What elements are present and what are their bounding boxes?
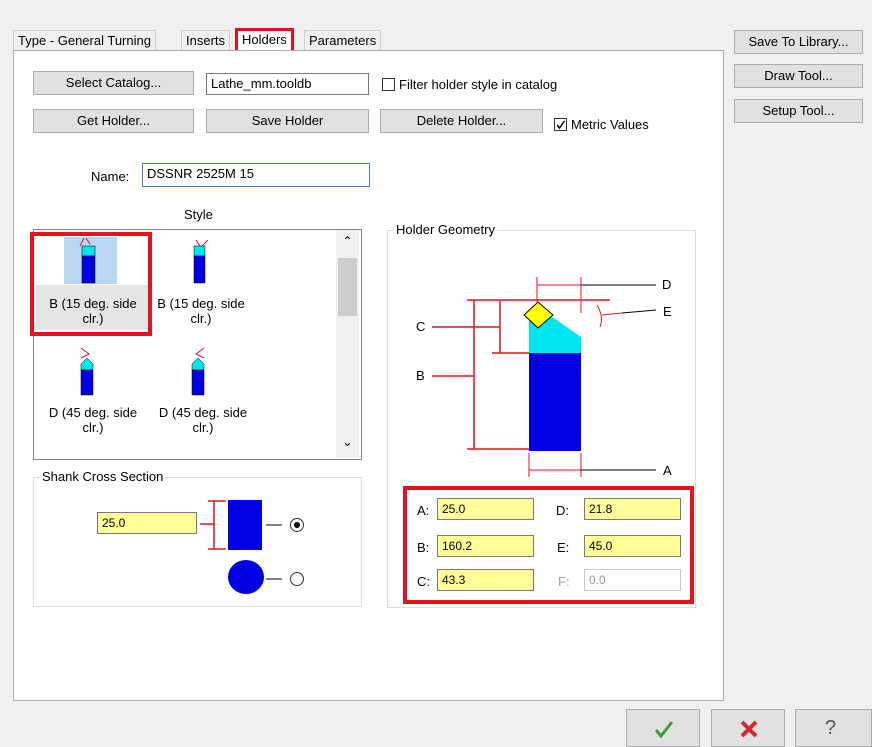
shank-value-field[interactable]: 25.0 — [97, 512, 197, 534]
metric-label: Metric Values — [571, 117, 649, 132]
style-item-line2: clr.) — [192, 420, 214, 435]
holder-geometry-diagram — [432, 277, 657, 477]
style-item-line1: B (15 deg. side — [157, 296, 245, 311]
geometry-letter-d: D — [662, 277, 672, 292]
cancel-button[interactable] — [711, 709, 785, 747]
name-label: Name: — [91, 169, 130, 184]
holder-b-icon — [193, 239, 209, 284]
filter-label: Filter holder style in catalog — [399, 77, 558, 92]
geometry-letter-a: A — [663, 463, 672, 478]
geometry-highlight-box — [403, 486, 694, 604]
filter-checkbox[interactable] — [382, 78, 395, 91]
checkmark-icon — [654, 721, 674, 739]
holder-d-icon — [191, 347, 205, 396]
scroll-down-icon[interactable]: ⌄ — [340, 435, 355, 450]
style-item-d-1[interactable]: D (45 deg. side clr.) — [34, 405, 152, 435]
select-catalog-button[interactable]: Select Catalog... — [33, 71, 194, 95]
style-item-line1: D (45 deg. side — [158, 405, 248, 420]
shank-round-radio[interactable] — [290, 572, 304, 586]
name-field[interactable]: DSSNR 2525M 15 — [142, 163, 370, 187]
get-holder-button[interactable]: Get Holder... — [33, 109, 194, 133]
catalog-file-field[interactable]: Lathe_mm.tooldb — [206, 73, 369, 95]
tab-inserts[interactable]: Inserts — [181, 30, 231, 50]
delete-holder-button[interactable]: Delete Holder... — [380, 109, 543, 133]
style-item-line2: clr.) — [82, 420, 104, 435]
setup-tool-button[interactable]: Setup Tool... — [734, 99, 863, 123]
style-heading: Style — [184, 207, 213, 222]
shank-square-radio[interactable] — [290, 518, 304, 532]
metric-checkbox[interactable] — [554, 118, 567, 131]
geometry-heading: Holder Geometry — [394, 222, 497, 237]
help-icon: ? — [825, 717, 837, 739]
ok-button[interactable] — [626, 709, 700, 747]
style-highlight-box — [30, 232, 152, 336]
scroll-thumb[interactable] — [338, 258, 357, 316]
save-to-library-button[interactable]: Save To Library... — [734, 30, 863, 54]
tab-holders[interactable]: Holders — [235, 28, 294, 52]
tab-type[interactable]: Type - General Turning — [13, 30, 156, 50]
checkmark-icon — [556, 120, 566, 130]
radio-dot-icon — [294, 522, 300, 528]
style-item-d-2[interactable]: D (45 deg. side clr.) — [144, 405, 262, 435]
close-icon — [740, 720, 758, 738]
save-holder-button[interactable]: Save Holder — [206, 109, 369, 133]
tab-parameters[interactable]: Parameters — [304, 30, 382, 50]
draw-tool-button[interactable]: Draw Tool... — [734, 64, 863, 88]
geometry-letter-c: C — [416, 319, 426, 334]
holder-d-icon — [80, 347, 94, 396]
shank-heading: Shank Cross Section — [40, 469, 166, 484]
geometry-letter-b: B — [416, 368, 425, 383]
get-holder-label: Get Holder... — [77, 113, 150, 128]
help-button[interactable]: ? — [795, 709, 872, 747]
style-item-line2: clr.) — [190, 311, 212, 326]
style-item-b-2[interactable]: B (15 deg. side clr.) — [142, 296, 260, 326]
scroll-up-icon[interactable]: ⌃ — [340, 234, 355, 249]
geometry-letter-e: E — [663, 304, 672, 319]
style-item-line1: D (45 deg. side — [48, 405, 138, 420]
style-scrollbar[interactable]: ⌃ ⌄ — [336, 230, 359, 457]
